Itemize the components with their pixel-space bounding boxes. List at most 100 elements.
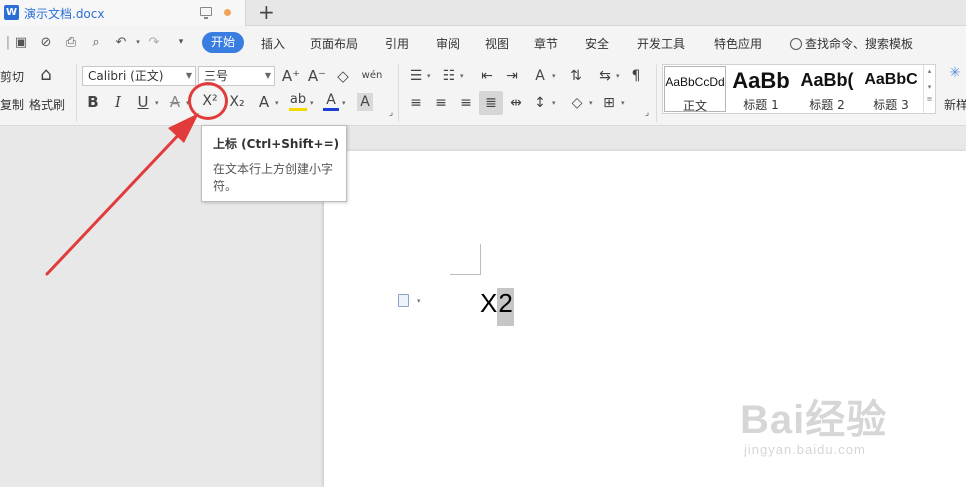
chevron-up-icon[interactable]: ▴ [924,67,935,75]
tab-developer[interactable]: 开发工具 [637,35,685,52]
highlight-dropdown-icon[interactable]: ▾ [310,99,314,107]
ribbon-divider [76,64,77,122]
style-sample: AaBbCcDd [665,75,725,89]
bold-button[interactable]: B [85,93,101,111]
paragraph-dialog-launcher-icon[interactable]: ⌟ [642,104,652,122]
spacing-dropdown-icon[interactable]: ▾ [616,72,620,80]
underline-dropdown-icon[interactable]: ▾ [155,99,159,107]
align-center-icon[interactable]: ≡ [433,94,449,112]
borders-icon[interactable]: ⊞ [601,94,617,112]
font-color-dropdown-icon[interactable]: ▾ [342,99,346,107]
style-label: 标题 1 [743,98,779,112]
document-tab[interactable]: W 演示文档.docx [0,0,246,26]
style-heading-2[interactable]: AaBb( 标题 2 [795,66,859,112]
strikethrough-button[interactable]: A [167,93,183,111]
style-label: 正文 [682,99,707,113]
font-name-value: Calibri (正文) [88,69,164,83]
shading-fill-icon[interactable]: ◇ [568,94,586,112]
tab-references[interactable]: 引用 [385,35,409,52]
monitor-icon[interactable] [200,7,212,19]
font-color-button[interactable]: A [323,91,339,111]
bullet-list-icon[interactable]: ☰ [408,67,424,85]
paragraph-spacing-icon[interactable]: ⇆ [597,67,613,85]
text-effect-dropdown-icon[interactable]: ▾ [275,99,279,107]
preview-icon[interactable]: ⌕ [88,35,104,50]
new-tab-plus-icon[interactable]: + [258,1,275,23]
new-style-button[interactable]: 新样 [944,96,966,113]
command-search[interactable]: 查找命令、搜索模板 [790,35,913,52]
phonetic-guide-button[interactable]: wén [360,67,384,85]
underline-button[interactable]: U [135,93,151,111]
char-shading-button[interactable]: A [357,93,373,111]
bullet-list-dropdown-icon[interactable]: ▾ [427,72,431,80]
annotation-circle [188,82,228,120]
cut-button[interactable]: 剪切 [0,68,24,85]
line-spacing-dropdown-icon[interactable]: ▾ [552,99,556,107]
selected-text[interactable]: 2 [497,288,514,326]
style-sample: AaBbC [864,71,918,88]
sort-icon[interactable]: ⇅ [568,67,584,85]
highlight-button[interactable]: ab [289,91,307,111]
ribbon-divider [656,64,657,122]
document-text-main: X [480,288,498,318]
align-left-icon[interactable]: ≡ [408,94,424,112]
tab-page-layout[interactable]: 页面布局 [310,35,358,52]
tab-sections[interactable]: 章节 [534,35,558,52]
format-painter-button[interactable]: 格式刷 [29,96,65,113]
font-name-select[interactable]: Calibri (正文) ▼ [82,66,196,86]
decrease-indent-icon[interactable]: ⇤ [479,67,495,85]
tooltip-description: 在文本行上方创建小字符。 [213,162,334,193]
clear-format-button[interactable]: ◇ [333,67,353,85]
tab-special-apps[interactable]: 特色应用 [714,35,762,52]
tab-security[interactable]: 安全 [585,35,609,52]
increase-indent-icon[interactable]: ⇥ [504,67,520,85]
superscript-tooltip: 上标 (Ctrl+Shift+=) 在文本行上方创建小字符。 [201,125,347,202]
font-size-value: 三号 [204,69,229,83]
italic-button[interactable]: I [110,93,126,111]
chevron-down-icon[interactable]: ▾ [924,83,935,91]
format-painter-icon[interactable]: ⌂ [36,66,56,90]
change-case-icon[interactable]: A [531,67,549,85]
subscript-button[interactable]: X₂ [226,93,248,111]
document-body-text[interactable]: X2 [480,288,514,326]
tab-review[interactable]: 审阅 [436,35,460,52]
paste-options-icon[interactable] [398,294,409,307]
style-heading-1[interactable]: AaBb 标题 1 [729,66,793,112]
print-icon[interactable]: ⎙ [63,35,79,50]
style-heading-3[interactable]: AaBbC 标题 3 [861,66,921,112]
align-right-icon[interactable]: ≡ [458,94,474,112]
tab-home[interactable]: 开始 [202,32,244,53]
search-icon [790,38,802,50]
new-style-icon[interactable]: ✳ [944,64,966,82]
distributed-align-icon[interactable]: ⇹ [507,94,525,112]
line-spacing-icon[interactable]: ↕ [532,94,548,112]
chevron-down-icon: ▼ [185,71,192,80]
baidu-jingyan-watermark: Bai经验 jingyan.baidu.com [740,398,887,457]
copy-button[interactable]: 复制 [0,96,24,113]
borders-dropdown-icon[interactable]: ▾ [621,99,625,107]
menu-bar: | ▣ ⊘ ⎙ ⌕ ↶ ▾ ↷ ▾ 开始 插入 页面布局 引用 审阅 视图 章节… [0,26,966,60]
change-case-dropdown-icon[interactable]: ▾ [552,72,556,80]
cloud-icon[interactable]: ⊘ [38,35,54,50]
redo-icon[interactable]: ↷ [146,35,162,50]
style-label: 标题 3 [873,98,909,112]
numbered-list-icon[interactable]: ☷ [441,67,457,85]
shrink-font-button[interactable]: A⁻ [307,67,327,85]
text-effect-button[interactable]: A [256,93,272,111]
styles-scroll[interactable]: ▴ ▾ ≡ [923,65,935,113]
tab-insert[interactable]: 插入 [261,35,285,52]
more-icon[interactable]: ▾ [173,35,189,50]
style-normal[interactable]: AaBbCcDd 正文 [664,66,726,113]
undo-icon[interactable]: ↶ [113,35,129,50]
undo-dropdown-icon[interactable]: ▾ [130,35,146,50]
show-marks-icon[interactable]: ¶ [628,67,644,85]
shading-dropdown-icon[interactable]: ▾ [589,99,593,107]
font-dialog-launcher-icon[interactable]: ⌟ [386,104,396,122]
grow-font-button[interactable]: A⁺ [281,67,301,85]
more-styles-icon[interactable]: ≡ [924,95,935,103]
tab-view[interactable]: 视图 [485,35,509,52]
paste-options-dropdown-icon[interactable]: ▾ [417,297,421,305]
justify-icon[interactable]: ≣ [479,91,503,115]
save-icon[interactable]: ▣ [13,35,29,50]
numbered-list-dropdown-icon[interactable]: ▾ [460,72,464,80]
